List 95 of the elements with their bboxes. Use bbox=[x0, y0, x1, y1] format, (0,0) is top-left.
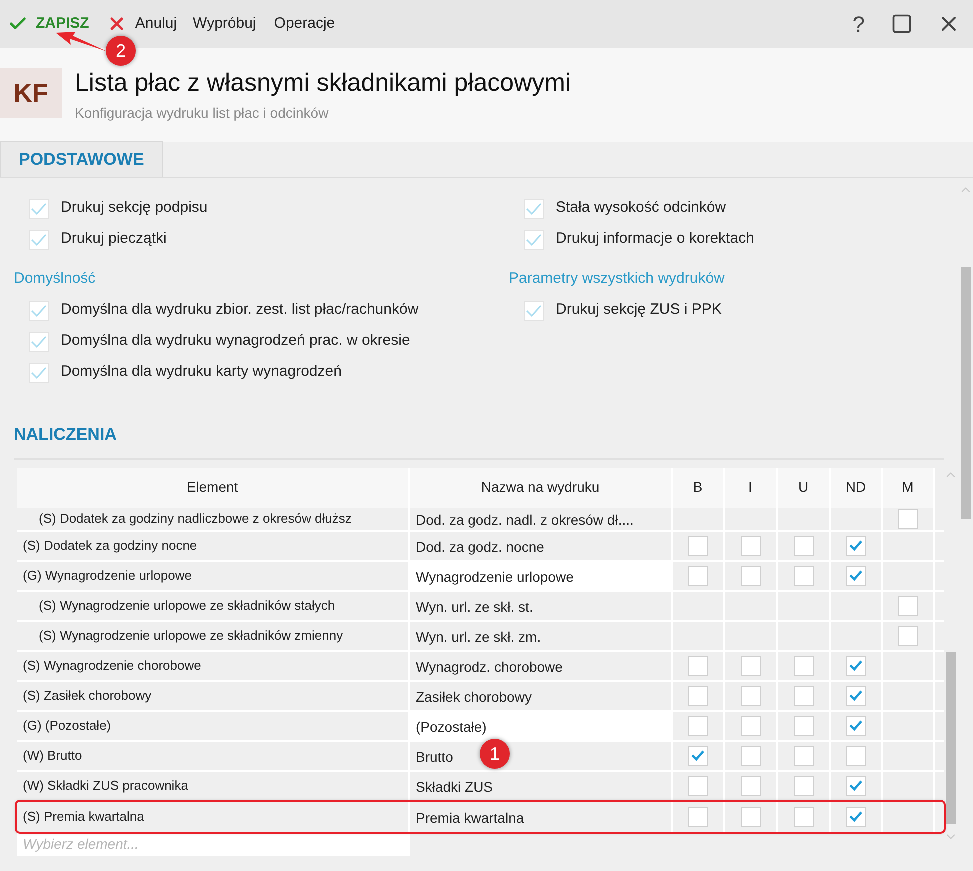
column-header[interactable]: I bbox=[725, 468, 778, 508]
checkbox[interactable] bbox=[740, 776, 760, 796]
checkbox[interactable] bbox=[29, 300, 49, 320]
table-cell: (S) Premia kwartalna bbox=[17, 802, 410, 832]
checkbox[interactable] bbox=[794, 716, 814, 736]
check-icon bbox=[849, 540, 863, 551]
check-icon bbox=[849, 690, 863, 701]
check-icon bbox=[849, 660, 863, 671]
check-icon bbox=[691, 750, 705, 761]
checkbox[interactable] bbox=[898, 596, 918, 616]
checkbox[interactable] bbox=[846, 566, 866, 586]
checkbox[interactable] bbox=[740, 686, 760, 706]
check-icon bbox=[31, 366, 47, 378]
checkbox[interactable] bbox=[846, 656, 866, 676]
check-icon bbox=[31, 304, 47, 316]
option-label: Domyślna dla wydruku zbior. zest. list płac/rachunków bbox=[61, 300, 419, 320]
app-badge: KF bbox=[0, 68, 62, 118]
column-header[interactable]: M bbox=[883, 468, 935, 508]
column-header[interactable]: ND bbox=[831, 468, 883, 508]
check-icon bbox=[849, 811, 863, 822]
option-label: Drukuj informacje o korektach bbox=[556, 229, 754, 250]
checkbox[interactable] bbox=[846, 716, 866, 736]
checkbox[interactable] bbox=[794, 776, 814, 796]
check-icon bbox=[849, 720, 863, 731]
checkbox[interactable] bbox=[794, 566, 814, 586]
check-icon bbox=[31, 336, 47, 348]
column-header[interactable]: B bbox=[673, 468, 725, 508]
checkbox[interactable] bbox=[740, 806, 760, 826]
scrollbar-thumb[interactable] bbox=[946, 652, 956, 824]
scrollbar-thumb[interactable] bbox=[960, 267, 970, 519]
column-header[interactable]: U bbox=[778, 468, 831, 508]
column-header[interactable]: Element bbox=[17, 468, 410, 508]
option-label: Domyślna dla wydruku karty wynagrodzeń bbox=[61, 362, 342, 382]
checkbox[interactable] bbox=[688, 536, 708, 556]
checkbox[interactable] bbox=[740, 716, 760, 736]
table-cell: (Pozostałe) bbox=[410, 712, 673, 740]
operations-button[interactable]: Operacje bbox=[274, 12, 336, 36]
checkbox[interactable] bbox=[688, 656, 708, 676]
check-icon bbox=[849, 780, 863, 791]
checkbox[interactable] bbox=[29, 198, 49, 218]
checkbox[interactable] bbox=[688, 746, 708, 766]
tab[interactable]: PODSTAWOWE bbox=[0, 141, 164, 177]
checkbox[interactable] bbox=[688, 716, 708, 736]
checkbox[interactable] bbox=[688, 776, 708, 796]
page-title: Lista płac z własnymi składnikami płacowymi bbox=[75, 68, 571, 98]
option-label: Domyślna dla wydruku wynagrodzeń prac. w okresie bbox=[61, 331, 410, 352]
checkbox[interactable] bbox=[688, 806, 708, 826]
cancel-button[interactable]: Anuluj bbox=[107, 12, 178, 36]
checkbox[interactable] bbox=[740, 656, 760, 676]
section-title: NALICZENIA bbox=[13, 424, 118, 446]
checkbox[interactable] bbox=[794, 536, 814, 556]
page-subtitle: Konfiguracja wydruku list płac i odcinków bbox=[75, 104, 330, 123]
try-button[interactable]: Wypróbuj bbox=[193, 12, 256, 36]
checkbox[interactable] bbox=[740, 566, 760, 586]
checkbox[interactable] bbox=[898, 508, 918, 528]
checkbox[interactable] bbox=[794, 746, 814, 766]
checkbox[interactable] bbox=[794, 686, 814, 706]
option-label: Drukuj pieczątki bbox=[61, 229, 167, 250]
checkbox[interactable] bbox=[29, 230, 49, 250]
table-cell: Wynagrodzenie urlopowe bbox=[410, 562, 673, 590]
checkbox[interactable] bbox=[688, 686, 708, 706]
save-button[interactable]: ZAPISZ bbox=[8, 12, 90, 36]
checkbox[interactable] bbox=[524, 198, 544, 218]
option-label: Drukuj sekcję podpisu bbox=[61, 198, 208, 218]
element-input[interactable]: Wybierz element... bbox=[17, 832, 410, 856]
group-title: Domyślność bbox=[13, 269, 97, 289]
checkbox[interactable] bbox=[524, 300, 544, 320]
maximize-icon[interactable] bbox=[891, 13, 913, 35]
checkbox[interactable] bbox=[524, 230, 544, 250]
checkbox[interactable] bbox=[846, 806, 866, 826]
group-title: Parametry wszystkich wydruków bbox=[508, 269, 725, 289]
check-icon bbox=[526, 202, 542, 214]
checkbox[interactable] bbox=[846, 536, 866, 556]
check-icon bbox=[526, 304, 542, 316]
checkbox[interactable] bbox=[29, 362, 49, 382]
selected-row[interactable]: (S) Premia kwartalna Premia kwartalna bbox=[17, 802, 944, 832]
checkbox[interactable] bbox=[846, 686, 866, 706]
check-icon bbox=[31, 202, 47, 214]
checkbox[interactable] bbox=[898, 626, 918, 646]
checkbox[interactable] bbox=[740, 536, 760, 556]
check-icon bbox=[526, 234, 542, 246]
checkbox[interactable] bbox=[688, 566, 708, 586]
checkbox[interactable] bbox=[846, 746, 866, 766]
option-label: Stała wysokość odcinków bbox=[556, 198, 726, 218]
checkbox[interactable] bbox=[794, 656, 814, 676]
option-label: Drukuj sekcję ZUS i PPK bbox=[556, 300, 722, 320]
checkbox[interactable] bbox=[794, 806, 814, 826]
check-icon bbox=[31, 234, 47, 246]
table-cell: Premia kwartalna bbox=[410, 802, 673, 832]
checkbox[interactable] bbox=[846, 776, 866, 796]
checkbox[interactable] bbox=[29, 332, 49, 352]
column-header[interactable]: Nazwa na wydruku bbox=[410, 468, 673, 508]
checkbox[interactable] bbox=[740, 746, 760, 766]
help-button[interactable]: ? bbox=[852, 8, 865, 40]
check-icon bbox=[849, 570, 863, 581]
